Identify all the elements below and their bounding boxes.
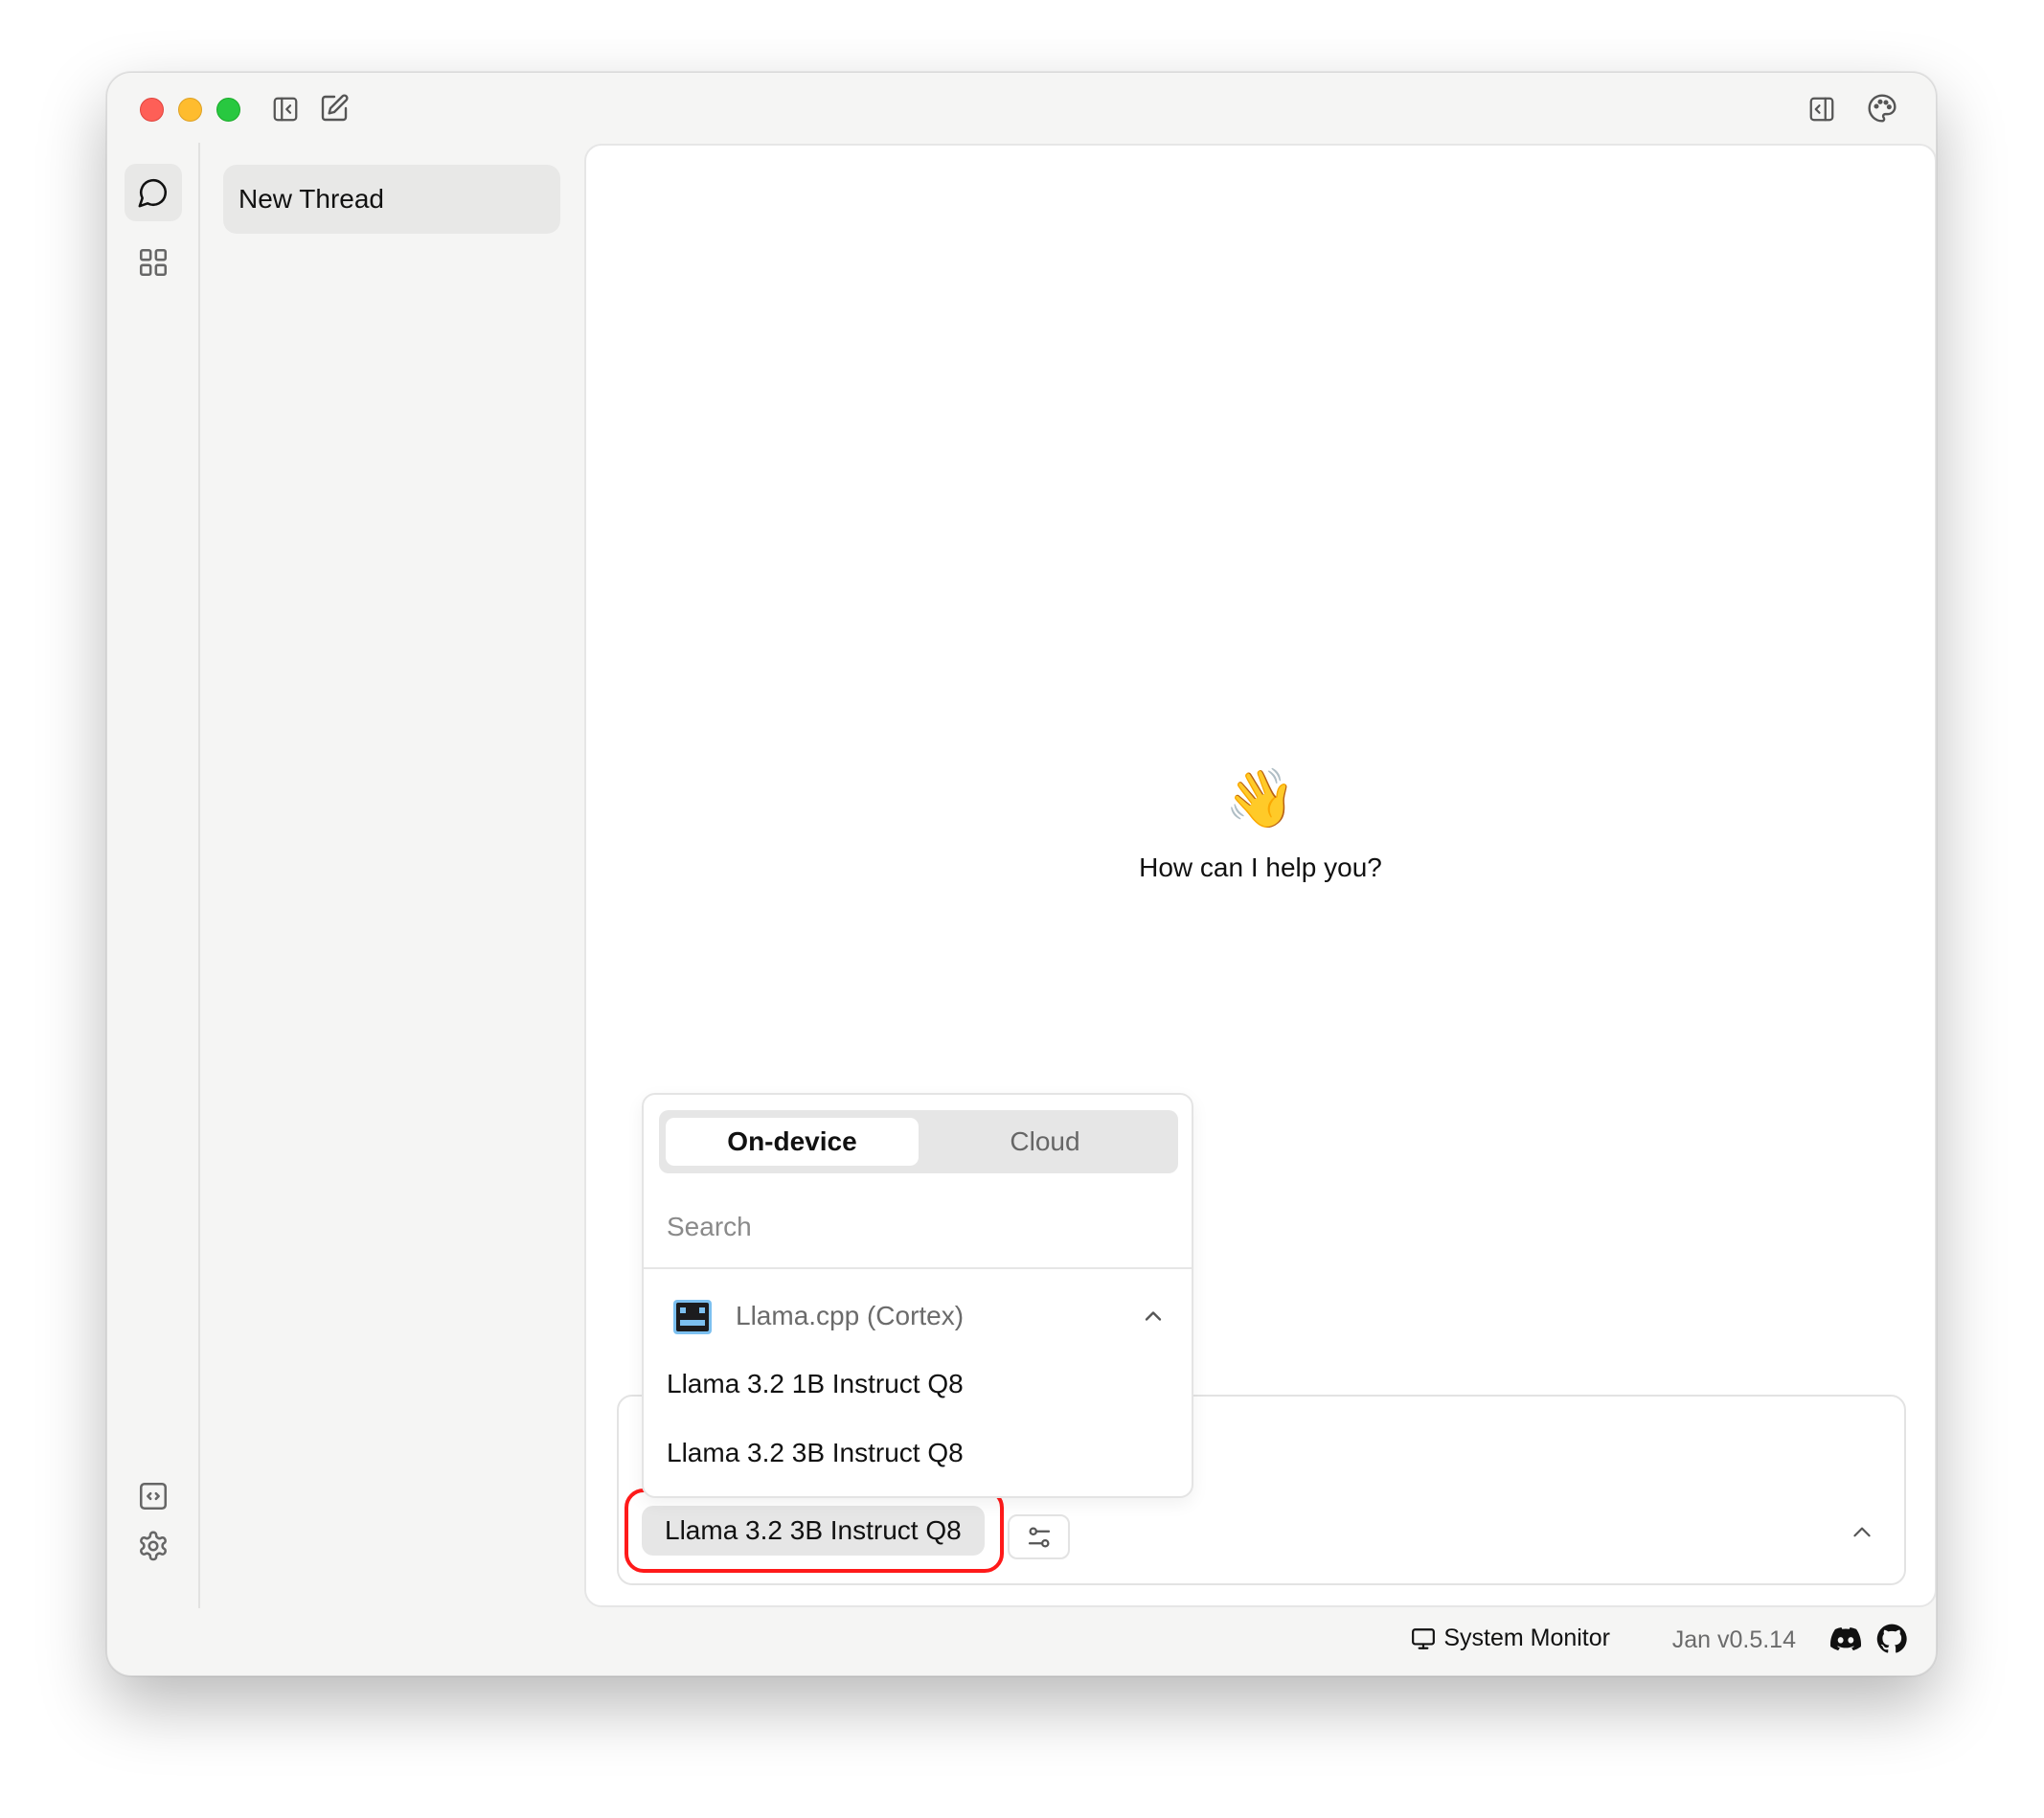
- system-monitor-button[interactable]: System Monitor: [1411, 1625, 1610, 1652]
- selected-model-label: Llama 3.2 3B Instruct Q8: [665, 1515, 962, 1545]
- model-option[interactable]: Llama 3.2 1B Instruct Q8: [644, 1354, 1192, 1414]
- monitor-icon: [1412, 1627, 1436, 1649]
- tab-on-device[interactable]: On-device: [666, 1118, 919, 1166]
- dropdown-divider: [644, 1267, 1192, 1269]
- window-minimize-button[interactable]: [178, 98, 202, 122]
- theme-palette-button[interactable]: [1864, 90, 1900, 126]
- status-bar: System Monitor Jan v0.5.14: [1265, 1615, 1936, 1663]
- chat-bubble-icon: [138, 178, 168, 208]
- provider-header-llamacpp[interactable]: Llama.cpp (Cortex): [644, 1291, 1192, 1345]
- model-search-input[interactable]: [644, 1189, 1192, 1265]
- window-maximize-button[interactable]: [216, 98, 240, 122]
- main-chat-panel: 👋 How can I help you? Llama 3.2 3B Instr…: [584, 144, 1936, 1607]
- window-close-button[interactable]: [140, 98, 164, 122]
- palette-icon: [1868, 94, 1896, 123]
- new-thread-edit-icon: [321, 94, 349, 122]
- thread-title: New Thread: [238, 184, 385, 214]
- rail-item-local-api-server[interactable]: [125, 1467, 182, 1525]
- model-option-label: Llama 3.2 1B Instruct Q8: [667, 1369, 964, 1398]
- tab-cloud[interactable]: Cloud: [919, 1118, 1171, 1166]
- llamacpp-logo-icon: [673, 1300, 712, 1334]
- right-panel-toggle-button[interactable]: [1805, 92, 1839, 126]
- code-icon: [139, 1482, 168, 1511]
- waving-hand-icon: 👋: [1224, 766, 1297, 830]
- welcome-section: 👋 How can I help you?: [586, 764, 1935, 883]
- chevron-up-icon: [1853, 1527, 1871, 1537]
- model-option-label: Llama 3.2 3B Instruct Q8: [667, 1438, 964, 1467]
- grid-icon: [139, 248, 168, 277]
- rail-divider: [198, 143, 200, 1608]
- composer-expand-button[interactable]: [1845, 1515, 1879, 1550]
- right-panel-toggle-icon: [1809, 97, 1834, 122]
- new-thread-button[interactable]: [316, 90, 352, 126]
- github-icon[interactable]: [1876, 1624, 1907, 1654]
- sidebar-collapse-button[interactable]: [268, 92, 303, 126]
- rail-item-hub[interactable]: [125, 234, 182, 291]
- model-option[interactable]: Llama 3.2 3B Instruct Q8: [644, 1423, 1192, 1483]
- discord-icon[interactable]: [1830, 1624, 1861, 1654]
- rail-item-threads[interactable]: [125, 164, 182, 221]
- rail-item-settings[interactable]: [125, 1517, 182, 1575]
- chevron-up-icon[interactable]: [1140, 1303, 1167, 1329]
- model-selector-button[interactable]: Llama 3.2 3B Instruct Q8: [642, 1506, 985, 1556]
- sliders-icon: [1028, 1527, 1050, 1547]
- app-window: New Thread 👋 How can I help you? Llama 3…: [106, 72, 1937, 1676]
- app-version: Jan v0.5.14: [1671, 1626, 1796, 1653]
- system-monitor-label: System Monitor: [1443, 1625, 1610, 1651]
- thread-item[interactable]: New Thread: [223, 165, 560, 234]
- welcome-text: How can I help you?: [1139, 852, 1382, 882]
- model-dropdown: On-device Cloud Llama.cpp (Cortex): [642, 1093, 1193, 1498]
- model-source-tabs: On-device Cloud: [659, 1110, 1178, 1173]
- model-settings-button[interactable]: [1008, 1514, 1070, 1559]
- sidebar-collapse-icon: [273, 97, 298, 122]
- gear-icon: [140, 1531, 167, 1561]
- provider-name: Llama.cpp (Cortex): [736, 1301, 965, 1330]
